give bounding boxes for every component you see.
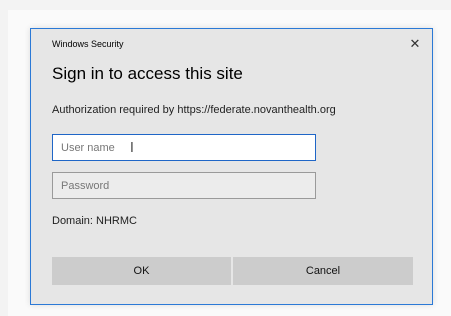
cancel-button[interactable]: Cancel: [233, 257, 413, 285]
windows-security-dialog: Windows Security ✕ Sign in to access thi…: [30, 28, 433, 305]
domain-label: Domain: NHRMC: [52, 215, 137, 227]
dialog-title: Windows Security: [52, 39, 124, 49]
ok-button[interactable]: OK: [52, 257, 231, 285]
username-input[interactable]: [52, 134, 316, 161]
dialog-titlebar: Windows Security ✕: [31, 29, 432, 59]
authorization-message: Authorization required by https://federa…: [52, 104, 336, 116]
dialog-heading: Sign in to access this site: [52, 64, 243, 83]
password-input[interactable]: [52, 172, 316, 199]
close-icon[interactable]: ✕: [406, 35, 424, 53]
